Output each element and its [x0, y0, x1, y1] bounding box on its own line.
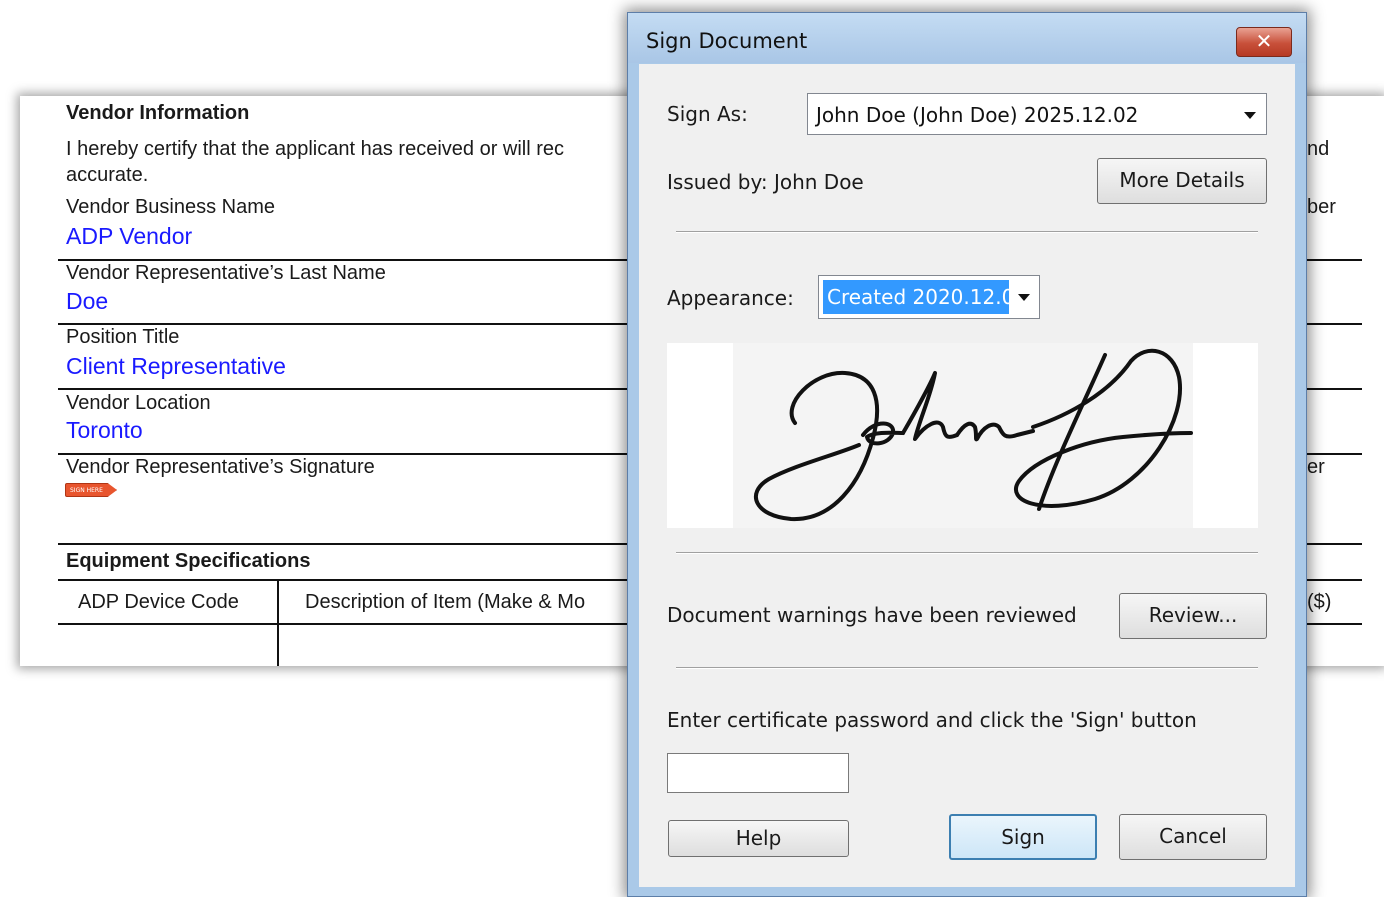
issued-by-text: Issued by: John Doe: [667, 170, 864, 194]
location-label: Vendor Location: [66, 392, 211, 414]
appearance-selected-value: Created 2020.12.02: [823, 280, 1009, 314]
chevron-down-icon: [1244, 112, 1256, 119]
certificate-password-input[interactable]: [667, 753, 849, 793]
sign-document-dialog: Sign Document ✕ Sign As: John Doe (John …: [627, 12, 1307, 897]
right-column-fragment: ber: [1307, 196, 1336, 218]
chevron-down-icon: [1018, 294, 1030, 301]
business-name-label: Vendor Business Name: [66, 196, 276, 218]
more-details-button[interactable]: More Details: [1097, 158, 1267, 204]
close-button[interactable]: ✕: [1236, 27, 1292, 57]
review-button[interactable]: Review...: [1119, 593, 1267, 639]
column-header-description: Description of Item (Make & Mo: [305, 591, 586, 613]
dialog-body: Sign As: John Doe (John Doe) 2025.12.02 …: [639, 64, 1295, 887]
business-name-field[interactable]: ADP Vendor: [66, 223, 192, 250]
certify-text-line1: I hereby certify that the applicant has …: [66, 138, 565, 160]
column-header-right-fragment: ($): [1307, 591, 1332, 613]
warnings-text: Document warnings have been reviewed: [667, 603, 1077, 627]
location-field[interactable]: Toronto: [66, 417, 143, 444]
vendor-info-heading: Vendor Information: [66, 102, 250, 124]
separator: [676, 231, 1258, 233]
password-prompt: Enter certificate password and click the…: [667, 708, 1197, 732]
equipment-heading: Equipment Specifications: [66, 550, 311, 572]
right-column-fragment: er: [1307, 456, 1325, 478]
appearance-dropdown[interactable]: Created 2020.12.02: [818, 275, 1040, 319]
sign-here-flag[interactable]: SIGN HERE: [65, 483, 117, 497]
cancel-button[interactable]: Cancel: [1119, 814, 1267, 860]
dialog-titlebar[interactable]: Sign Document ✕: [628, 13, 1306, 63]
last-name-field[interactable]: Doe: [66, 288, 108, 315]
handwritten-signature-icon: [754, 348, 1193, 522]
separator: [676, 552, 1258, 554]
signature-image-frame: [733, 343, 1193, 528]
sign-button[interactable]: Sign: [949, 814, 1097, 860]
close-icon: ✕: [1255, 29, 1273, 53]
sign-as-label: Sign As:: [667, 102, 748, 126]
appearance-label: Appearance:: [667, 286, 794, 310]
column-header-device-code: ADP Device Code: [78, 591, 239, 613]
sign-as-dropdown[interactable]: John Doe (John Doe) 2025.12.02: [807, 93, 1267, 135]
position-title-label: Position Title: [66, 326, 180, 348]
certify-text-right-fragment: nd: [1307, 138, 1330, 160]
help-button[interactable]: Help: [668, 820, 849, 857]
sign-as-value: John Doe (John Doe) 2025.12.02: [816, 103, 1139, 127]
dialog-title: Sign Document: [646, 29, 808, 53]
certify-text-line2: accurate.: [66, 164, 149, 186]
signature-label: Vendor Representative’s Signature: [66, 456, 375, 478]
separator: [676, 667, 1258, 669]
signature-preview: [667, 343, 1258, 528]
position-title-field[interactable]: Client Representative: [66, 353, 286, 380]
last-name-label: Vendor Representative’s Last Name: [66, 262, 386, 284]
